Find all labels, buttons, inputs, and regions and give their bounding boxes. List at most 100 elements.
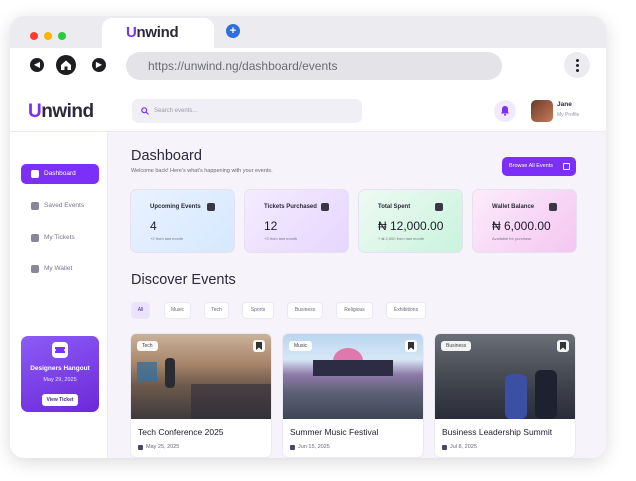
stat-title: Total Spent [378,204,411,210]
wallet-icon [31,265,39,273]
search-input[interactable]: Search events... [132,99,362,123]
sidebar-item-label: Saved Events [44,202,85,209]
filter-chip-music[interactable]: Music [164,302,191,319]
bookmark-icon [408,342,414,350]
stat-note: +2 from last month [150,236,184,241]
new-tab-button[interactable]: + [226,24,240,38]
home-icon [31,170,39,178]
event-card[interactable]: Tech Tech Conference 2025 May 25, 2025 [130,333,272,458]
bookmark-button[interactable] [405,340,417,352]
user-profile-link[interactable]: My Profile [557,112,579,118]
filter-chip-tech[interactable]: Tech [204,302,229,319]
filter-chip-religious[interactable]: Religious [336,302,373,319]
event-category-tag: Music [289,341,313,351]
promo-date: May 29, 2025 [43,377,77,383]
filter-chip-business[interactable]: Business [287,302,323,319]
event-category-tag: Tech [137,341,158,351]
home-button[interactable] [56,55,76,75]
bell-icon [501,106,509,116]
sidebar-item-dashboard[interactable]: Dashboard [21,164,99,184]
stat-value: 4 [150,219,157,233]
page-subtitle: Welcome back! Here's what's happening wi… [131,168,273,174]
kebab-menu-icon [564,52,590,72]
ticket-icon [321,203,329,211]
stat-value: ₦ 12,000.00 [378,219,444,233]
notifications-button[interactable] [494,100,516,122]
event-card[interactable]: Business Business Leadership Summit Jul … [434,333,576,458]
sidebar-item-my-tickets[interactable]: My Tickets [21,228,99,248]
event-date: Jun 15, 2025 [298,444,330,450]
sidebar-item-my-wallet[interactable]: My Wallet [21,259,99,279]
stat-note: +3 from last month [264,236,298,241]
external-link-icon [563,163,570,170]
event-card[interactable]: Music Summer Music Festival Jun 15, 2025 [282,333,424,458]
calendar-icon [442,445,447,450]
browser-toolbar: ◀ ▶ https://unwind.ng/dashboard/events [10,48,606,92]
calendar-icon [207,203,215,211]
stat-card-total-spent: Total Spent ₦ 12,000.00 + ₦ 2,000 from l… [358,189,463,253]
ticket-icon [55,347,65,353]
browser-tab[interactable]: Unwind [102,18,214,48]
stat-card-upcoming-events: Upcoming Events 4 +2 from last month [130,189,235,253]
stat-note: + ₦ 2,000 from last month [378,236,425,241]
event-date: Jul 8, 2025 [450,444,477,450]
maximize-window-dot[interactable] [58,32,66,40]
wallet-icon [549,203,557,211]
sidebar-item-label: My Wallet [44,265,73,272]
minimize-window-dot[interactable] [44,32,52,40]
sidebar: Dashboard Saved Events My Tickets My Wal… [10,132,108,458]
address-bar[interactable]: https://unwind.ng/dashboard/events [126,52,502,80]
browse-button-label: Browse All Events [509,163,554,169]
bookmark-button[interactable] [253,340,265,352]
browse-all-events-button[interactable]: Browse All Events [502,157,576,176]
upcoming-ticket-card: Designers Hangout May 29, 2025 View Tick… [21,336,99,412]
app-header: Unwind Search events... Jane My Profile [10,92,606,132]
app-container: Unwind Search events... Jane My Profile … [10,92,606,458]
event-category-tag: Business [441,341,472,351]
tab-logo: Unwind [126,24,179,41]
event-title: Business Leadership Summit [442,427,553,437]
filter-chip-all[interactable]: All [131,302,150,319]
browser-menu-button[interactable] [564,52,590,78]
filter-chip-exhibitions[interactable]: Exhibitions [386,302,426,319]
section-title: Discover Events [131,272,236,288]
browser-window: Unwind + ◀ ▶ https://unwind.ng/dashboard… [10,16,606,458]
search-icon [141,107,149,115]
back-button[interactable]: ◀ [30,58,44,72]
stat-title: Upcoming Events [150,204,201,210]
event-date: May 25, 2025 [146,444,180,450]
sidebar-item-label: My Tickets [44,234,75,241]
bookmark-button[interactable] [557,340,569,352]
event-title: Tech Conference 2025 [138,427,224,437]
event-title: Summer Music Festival [290,427,379,437]
ticket-badge [52,342,68,358]
bookmark-icon [256,342,262,350]
stat-note: Available for purchase [492,236,532,241]
main-content: Dashboard Welcome back! Here's what's ha… [108,132,606,458]
stat-value: 12 [264,219,278,233]
money-icon [435,203,443,211]
stat-value: ₦ 6,000.00 [492,219,551,233]
promo-title: Designers Hangout [30,365,90,372]
stat-card-tickets-purchased: Tickets Purchased 12 +3 from last month [244,189,349,253]
stat-title: Tickets Purchased [264,204,317,210]
filter-chip-sports[interactable]: Sports [242,302,274,319]
bookmark-icon [31,202,39,210]
user-name[interactable]: Jane [557,101,572,108]
ticket-icon [31,234,39,242]
stat-card-wallet-balance: Wallet Balance ₦ 6,000.00 Available for … [472,189,577,253]
calendar-icon [138,445,143,450]
stat-title: Wallet Balance [492,204,535,210]
page-title: Dashboard [131,148,202,164]
brand-logo[interactable]: Unwind [28,101,94,123]
forward-button[interactable]: ▶ [92,58,106,72]
calendar-icon [290,445,295,450]
view-ticket-button[interactable]: View Ticket [42,394,78,406]
bookmark-icon [560,342,566,350]
sidebar-item-saved-events[interactable]: Saved Events [21,196,99,216]
close-window-dot[interactable] [30,32,38,40]
sidebar-item-label: Dashboard [44,170,76,177]
avatar[interactable] [531,100,553,122]
browser-chrome: Unwind + ◀ ▶ https://unwind.ng/dashboard… [10,16,606,92]
home-icon [61,60,71,70]
